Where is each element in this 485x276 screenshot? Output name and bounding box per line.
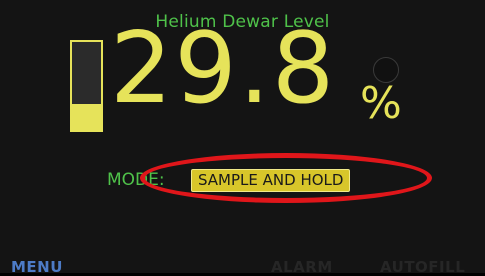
autofill-button[interactable]: AUTOFILL xyxy=(380,258,465,276)
display-screen: Helium Dewar Level 29.8 % MODE: SAMPLE A… xyxy=(0,0,485,276)
menu-button[interactable]: MENU xyxy=(11,258,63,276)
level-unit: % xyxy=(360,78,402,129)
level-readout: 29.8 xyxy=(110,12,337,126)
alarm-button[interactable]: ALARM xyxy=(271,258,333,276)
level-bar-fill xyxy=(72,103,101,130)
highlight-circle-annotation xyxy=(140,153,432,203)
status-indicator-light xyxy=(373,57,399,83)
level-bar-gauge xyxy=(70,40,103,132)
